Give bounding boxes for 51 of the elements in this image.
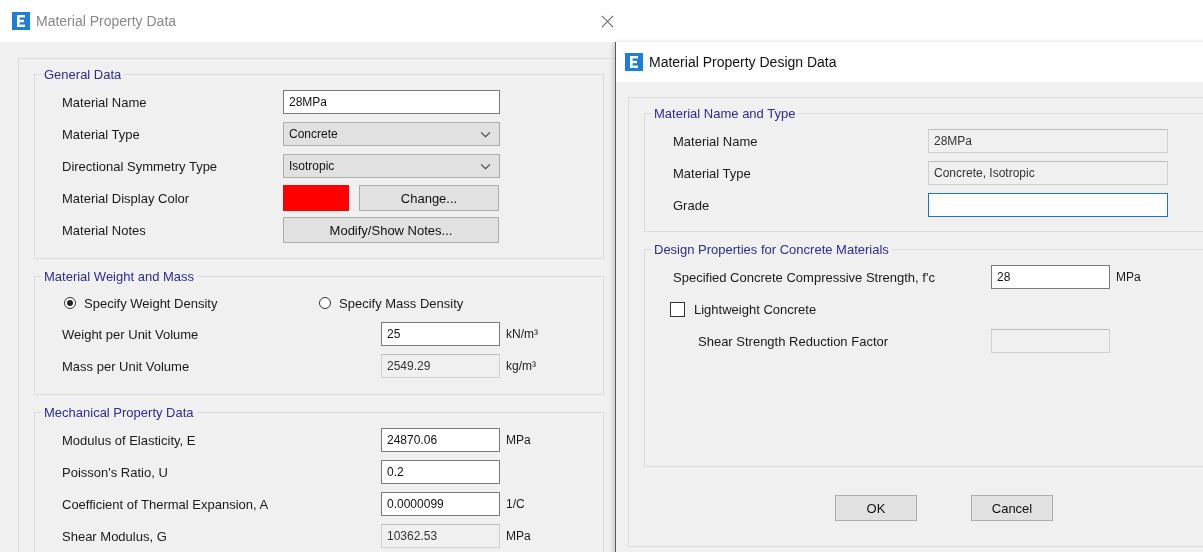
unit-label: MPa <box>506 529 531 543</box>
field-label: Modulus of Elasticity, E <box>62 432 197 448</box>
unit-label: kN/m³ <box>506 327 538 341</box>
dialog-button[interactable]: OK <box>835 495 917 521</box>
close-icon[interactable] <box>601 15 614 28</box>
field-label: Poisson's Ratio, U <box>62 464 169 480</box>
field-label: Specified Concrete Compressive Strength, f'c <box>673 269 936 285</box>
field-label: Shear Modulus, G <box>62 528 168 544</box>
field-label: Weight per Unit Volume <box>62 326 200 342</box>
color-swatch[interactable] <box>283 185 349 211</box>
input-field[interactable]: 28 <box>991 265 1110 289</box>
chevron-down-icon <box>480 162 491 170</box>
radio-option[interactable]: Specify Weight Density <box>64 295 319 311</box>
unit-label: 1/C <box>506 497 525 511</box>
group-title: General Data <box>43 67 123 82</box>
unit-label: kg/m³ <box>506 359 536 373</box>
field-label: Material Notes <box>62 222 147 238</box>
group-title: Material Weight and Mass <box>43 269 196 284</box>
field-label: Material Type <box>673 165 752 181</box>
app-logo-icon <box>625 53 643 71</box>
window-title: Material Property Design Data <box>649 54 837 70</box>
field-label: Material Display Color <box>62 190 191 206</box>
field-label: Grade <box>673 197 711 213</box>
notes-button[interactable]: Modify/Show Notes... <box>283 217 499 243</box>
group-title: Mechanical Property Data <box>43 405 195 420</box>
dropdown[interactable]: Concrete <box>283 122 500 146</box>
unit-label: MPa <box>1116 270 1141 284</box>
field-label: Material Name <box>673 133 759 149</box>
field-label: Shear Strength Reduction Factor <box>697 333 890 349</box>
input-field[interactable]: 0.2 <box>381 460 500 484</box>
checkbox[interactable]: Lightweight Concrete <box>670 301 817 317</box>
input-field[interactable]: 24870.06 <box>381 428 500 452</box>
field-label: Mass per Unit Volume <box>62 358 191 374</box>
dialog-button[interactable]: Cancel <box>971 495 1053 521</box>
radio-option[interactable]: Specify Mass Density <box>319 295 574 311</box>
group-title: Design Properties for Concrete Materials <box>653 242 890 257</box>
input-field[interactable]: 0.0000099 <box>381 492 500 516</box>
input-field[interactable]: 25 <box>381 322 500 346</box>
input-field[interactable]: 28MPa <box>283 90 500 114</box>
field-label: Coefficient of Thermal Expansion, A <box>62 496 270 512</box>
window-title: Material Property Data <box>36 13 177 29</box>
change-button[interactable]: Change... <box>359 185 499 211</box>
unit-label: MPa <box>506 433 531 447</box>
input-field[interactable] <box>928 193 1168 217</box>
group-title: Material Name and Type <box>653 106 797 121</box>
dropdown[interactable]: Isotropic <box>283 154 500 178</box>
field-label: Material Name <box>62 94 148 110</box>
field-label: Material Type <box>62 126 141 142</box>
app-logo-icon <box>12 12 30 30</box>
chevron-down-icon <box>480 130 491 138</box>
field-label: Directional Symmetry Type <box>62 158 219 174</box>
